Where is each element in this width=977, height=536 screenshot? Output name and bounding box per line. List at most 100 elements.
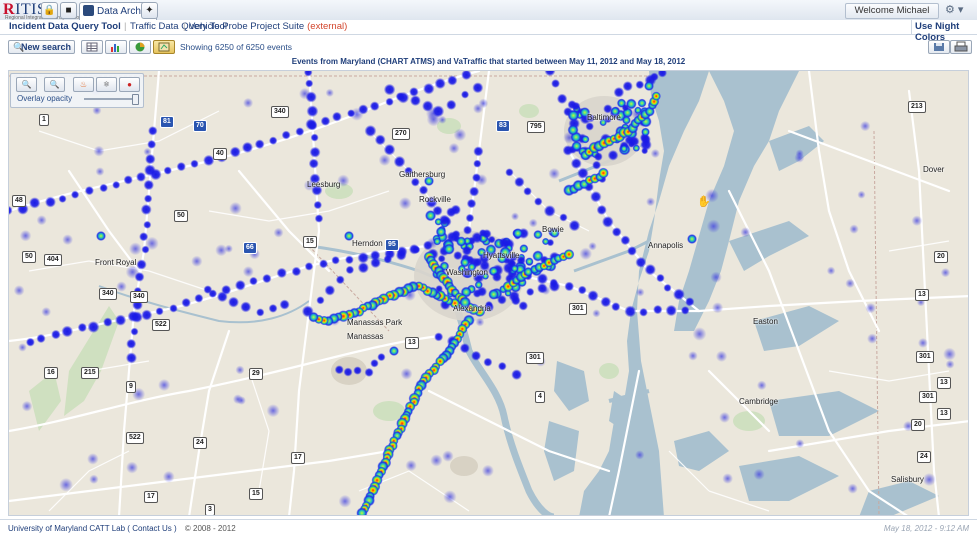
contact-link[interactable]: Contact Us (132, 524, 172, 533)
heat-dot (624, 305, 637, 318)
gear-icon[interactable]: ⚙ ▾ (945, 3, 973, 17)
heat-dot (448, 142, 460, 154)
heat-dot (191, 255, 203, 267)
heat-dot (266, 404, 280, 418)
heat-dot (559, 213, 568, 222)
heat-dot (306, 105, 319, 118)
heat-dot (592, 160, 602, 170)
footer-org[interactable]: University of Maryland CATT Lab (8, 524, 125, 533)
highway-shield: 48 (12, 195, 26, 207)
heat-dot (163, 166, 172, 175)
heat-dot (865, 302, 876, 314)
highway-shield: 29 (249, 368, 263, 380)
heat-dot (685, 297, 695, 307)
heat-dot (395, 249, 407, 261)
heat-dot (641, 147, 649, 155)
heat-dot (587, 290, 599, 302)
heat-dot (551, 79, 560, 88)
place-label: Rockville (419, 195, 452, 204)
heat-dot (472, 82, 484, 94)
book-icon[interactable]: ■ (60, 2, 77, 19)
heat-dot (242, 266, 254, 278)
table-view-button[interactable] (81, 40, 103, 54)
heatmap-map[interactable]: 340 81 70 270 795 83 40 50 15 95 66 340 522 301 213 13 4… (8, 70, 969, 516)
heat-dot (305, 79, 314, 88)
dot-colors-button[interactable]: ● (119, 77, 140, 92)
highway-shield: 17 (144, 491, 158, 503)
heat-dot (722, 473, 733, 484)
zoom-out-button[interactable]: 🔍 (44, 77, 65, 92)
nav-vpp-tool[interactable]: Vehicle Probe Project Suite (external) (189, 21, 347, 32)
nav-incident-tool[interactable]: Incident Data Query Tool (9, 21, 121, 32)
heat-dot (369, 101, 380, 112)
bar-chart-icon (111, 44, 119, 52)
new-search-button[interactable]: 🔍 New search (8, 40, 75, 54)
heat-dot (364, 367, 374, 377)
clusters-button[interactable]: ⚛ (96, 77, 117, 92)
heat-dot (525, 257, 534, 266)
heat-dot (847, 483, 858, 494)
export-button[interactable] (928, 40, 950, 54)
heat-dot (304, 262, 314, 271)
zoom-in-icon: 🔍 (21, 80, 32, 89)
heat-dot (409, 87, 419, 97)
heat-dot (305, 91, 317, 103)
heat-dot (442, 450, 454, 462)
zoom-in-button[interactable]: 🔍 (16, 77, 37, 92)
footer-timestamp: May 18, 2012 - 9:12 AM (883, 524, 969, 533)
heat-dot (345, 265, 355, 275)
fire-heatmap-button[interactable]: ♨ (73, 77, 94, 92)
heat-dot (514, 176, 525, 188)
heat-dot (510, 212, 520, 221)
heat-dot (422, 100, 434, 112)
heat-dot (475, 317, 485, 327)
heat-dot (922, 472, 936, 487)
highway-shield: 15 (249, 488, 263, 500)
heat-dot (232, 394, 243, 405)
opacity-label: Overlay opacity (17, 94, 73, 103)
bar-chart-view-button[interactable] (105, 40, 127, 54)
heat-dot (418, 185, 429, 195)
heat-dot (710, 271, 722, 283)
welcome-user[interactable]: Welcome Michael Pack! (845, 3, 939, 30)
place-label: Herndon (352, 239, 383, 248)
heat-dot (471, 173, 481, 183)
heat-dot (644, 81, 654, 91)
heat-dot (59, 477, 73, 492)
opacity-slider-knob[interactable] (131, 94, 139, 105)
ritis-logo[interactable]: RITIS Regional Integrated Transportation… (3, 1, 126, 21)
heat-dot (345, 255, 354, 265)
lock-icon[interactable]: 🔒 (41, 2, 58, 19)
heat-dot (155, 307, 164, 316)
data-archive-icon (83, 5, 94, 16)
opacity-slider[interactable] (84, 94, 139, 105)
heat-dot (665, 304, 677, 317)
highway-shield: 13 (937, 377, 951, 389)
heat-dot (488, 288, 500, 300)
footer: University of Maryland CATT Lab ( Contac… (0, 519, 977, 536)
heat-dot (377, 352, 386, 362)
pie-chart-view-button[interactable] (129, 40, 151, 54)
highway-shield: 795 (527, 121, 545, 133)
heat-dot (656, 273, 665, 283)
heat-dot (229, 201, 242, 215)
heat-dot (473, 159, 482, 168)
place-label: Bowie (542, 225, 564, 234)
heat-dot (400, 367, 413, 380)
heat-dot (859, 120, 871, 132)
heat-dot (620, 144, 628, 153)
puzzle-icon[interactable]: ✦ (141, 2, 158, 19)
heat-dot (719, 411, 731, 423)
heat-dot (374, 134, 386, 146)
heat-dot (383, 143, 396, 156)
external-tag: (external) (307, 21, 348, 32)
map-canvas (9, 71, 968, 515)
heat-dot (295, 127, 305, 136)
map-view-button[interactable] (153, 40, 175, 54)
highway-shield: 13 (937, 408, 951, 420)
heat-dot (463, 225, 473, 235)
print-button[interactable] (950, 40, 972, 54)
heat-dot (563, 248, 575, 260)
heat-dot (423, 82, 435, 95)
event-count: Showing 6250 of 6250 events (180, 42, 293, 52)
